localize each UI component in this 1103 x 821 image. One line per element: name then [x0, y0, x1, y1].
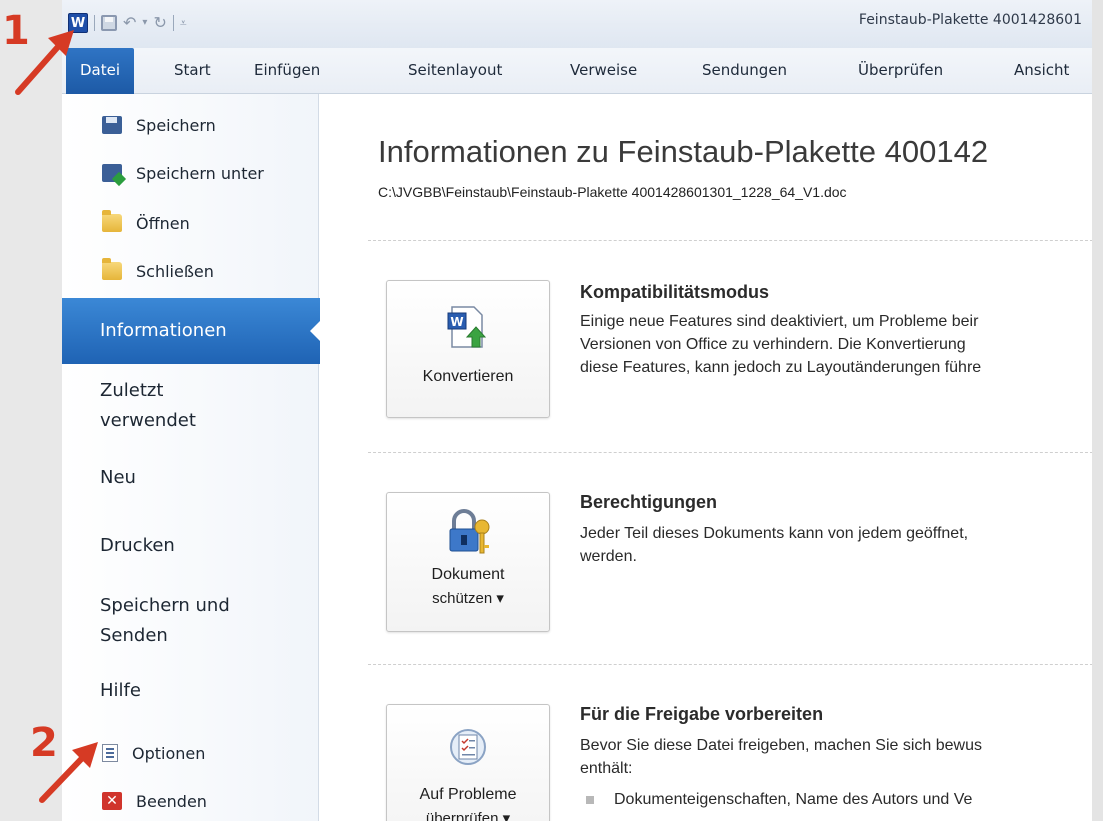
sidebar-item-label: Speichern: [136, 115, 216, 135]
check-issues-label: überprüfen ▾: [425, 810, 511, 821]
sidebar-item-info[interactable]: Informationen: [62, 298, 321, 364]
prepare-sharing-title: Für die Freigabe vorbereiten: [580, 704, 824, 724]
quick-access-toolbar: W ↶ ▾ ↻ ⩡: [68, 8, 187, 38]
title-bar: W ↶ ▾ ↻ ⩡ Feinstaub-Plakette 4001428601: [62, 0, 1092, 48]
sidebar-item-label: Speichern unter: [136, 163, 264, 183]
bullet-icon: [586, 795, 594, 804]
save-as-icon: [102, 164, 122, 182]
redo-icon[interactable]: ↻: [153, 15, 166, 31]
protect-button-label: Dokument: [431, 566, 505, 583]
sidebar-item-save[interactable]: Speichern: [62, 104, 319, 146]
info-panel: Informationen zu Feinstaub-Plakette 4001…: [320, 94, 1092, 821]
section-divider: [368, 664, 1092, 665]
sidebar-item-print[interactable]: Drucken: [62, 531, 319, 561]
prepare-sharing-text: Bevor Sie diese Datei freigeben, machen …: [580, 734, 1092, 811]
ribbon-tabs: Datei Start Einfügen Seitenlayout Verwei…: [62, 48, 1092, 94]
window-title: Feinstaub-Plakette 4001428601: [858, 12, 1082, 28]
sidebar-item-label: Drucken: [100, 535, 175, 556]
permissions-text: Jeder Teil dieses Dokuments kann von jed…: [580, 522, 1092, 568]
open-folder-icon: [102, 210, 122, 232]
check-issues-label: Auf Probleme: [419, 786, 517, 803]
sidebar-item-label: Hilfe: [100, 680, 141, 701]
document-path: C:\JVGBB\Feinstaub\Feinstaub-Plakette 40…: [378, 184, 847, 200]
sidebar-item-save-send[interactable]: Speichern und Senden: [62, 591, 319, 651]
text-line: diese Features, kann jedoch zu Layoutänd…: [580, 359, 982, 376]
list-item-text: Dokumenteigenschaften, Name des Autors u…: [614, 791, 973, 808]
tab-references[interactable]: Verweise: [570, 48, 637, 94]
sidebar-item-close[interactable]: Schließen: [62, 250, 319, 292]
check-issues-button[interactable]: Auf Probleme überprüfen ▾: [386, 704, 550, 821]
text-line: Bevor Sie diese Datei freigeben, machen …: [580, 737, 982, 754]
tab-page-layout[interactable]: Seitenlayout: [408, 48, 502, 94]
qat-separator: [172, 15, 174, 31]
sidebar-item-label: Schließen: [136, 261, 214, 281]
backstage-sidebar: Speichern Speichern unter Öffnen Schließ…: [62, 94, 321, 821]
section-divider: [368, 240, 1092, 241]
sidebar-item-recent[interactable]: Zuletzt verwendet: [62, 376, 319, 436]
tab-view[interactable]: Ansicht: [1014, 48, 1069, 94]
sidebar-item-label: Zuletzt: [100, 380, 164, 401]
tab-mailings[interactable]: Sendungen: [702, 48, 787, 94]
save-icon: [102, 116, 122, 134]
page-title: Informationen zu Feinstaub-Plakette 4001…: [378, 134, 989, 169]
svg-text:W: W: [450, 315, 463, 329]
save-icon[interactable]: [101, 15, 117, 31]
sidebar-item-label: verwendet: [100, 410, 196, 431]
sidebar-item-label: Speichern und: [100, 595, 230, 616]
lock-key-icon: [444, 507, 492, 557]
permissions-title: Berechtigungen: [580, 492, 718, 512]
protect-document-button[interactable]: Dokument schützen ▾: [386, 492, 550, 632]
annotation-arrow-2-icon: [39, 742, 98, 803]
sidebar-item-label: Senden: [100, 625, 168, 646]
section-divider: [368, 452, 1092, 453]
text-line: Versionen von Office zu verhindern. Die …: [580, 336, 966, 353]
annotation-arrow-1-icon: [15, 30, 74, 95]
compat-mode-text: Einige neue Features sind deaktiviert, u…: [580, 310, 1092, 379]
undo-icon[interactable]: ↶: [123, 15, 136, 31]
options-icon: [102, 744, 118, 762]
convert-icon: W: [444, 303, 492, 353]
checklist-icon: [444, 725, 492, 775]
sidebar-item-help[interactable]: Hilfe: [62, 676, 319, 706]
exit-icon: ✕: [102, 792, 122, 810]
sidebar-item-label: Beenden: [136, 791, 207, 811]
word-backstage-window: W ↶ ▾ ↻ ⩡ Feinstaub-Plakette 4001428601 …: [62, 0, 1092, 821]
window-edge: [1092, 0, 1103, 821]
sidebar-item-label: Informationen: [100, 320, 227, 341]
text-line: enthält:: [580, 760, 633, 777]
close-folder-icon: [102, 258, 122, 280]
convert-button-label: Konvertieren: [422, 368, 514, 385]
tab-insert[interactable]: Einfügen: [254, 48, 320, 94]
tab-start[interactable]: Start: [174, 48, 211, 94]
sidebar-item-new[interactable]: Neu: [62, 463, 319, 493]
sidebar-item-label: Neu: [100, 467, 136, 488]
sidebar-item-label: Öffnen: [136, 213, 190, 233]
dropdown-arrow-icon[interactable]: ▾: [142, 18, 147, 28]
protect-button-label: schützen ▾: [432, 590, 504, 607]
sidebar-item-label: Optionen: [132, 743, 206, 763]
compat-mode-title: Kompatibilitätsmodus: [580, 282, 770, 302]
tab-review[interactable]: Überprüfen: [858, 48, 943, 94]
list-item: Dokumenteigenschaften, Name des Autors u…: [580, 788, 1092, 811]
sidebar-item-open[interactable]: Öffnen: [62, 202, 319, 244]
convert-button[interactable]: W Konvertieren: [386, 280, 550, 418]
qat-separator: [94, 15, 95, 31]
text-line: Jeder Teil dieses Dokuments kann von jed…: [580, 525, 969, 542]
customize-icon[interactable]: ⩡: [180, 17, 187, 29]
text-line: werden.: [580, 548, 637, 565]
sidebar-item-save-as[interactable]: Speichern unter: [62, 152, 319, 194]
text-line: Einige neue Features sind deaktiviert, u…: [580, 313, 979, 330]
